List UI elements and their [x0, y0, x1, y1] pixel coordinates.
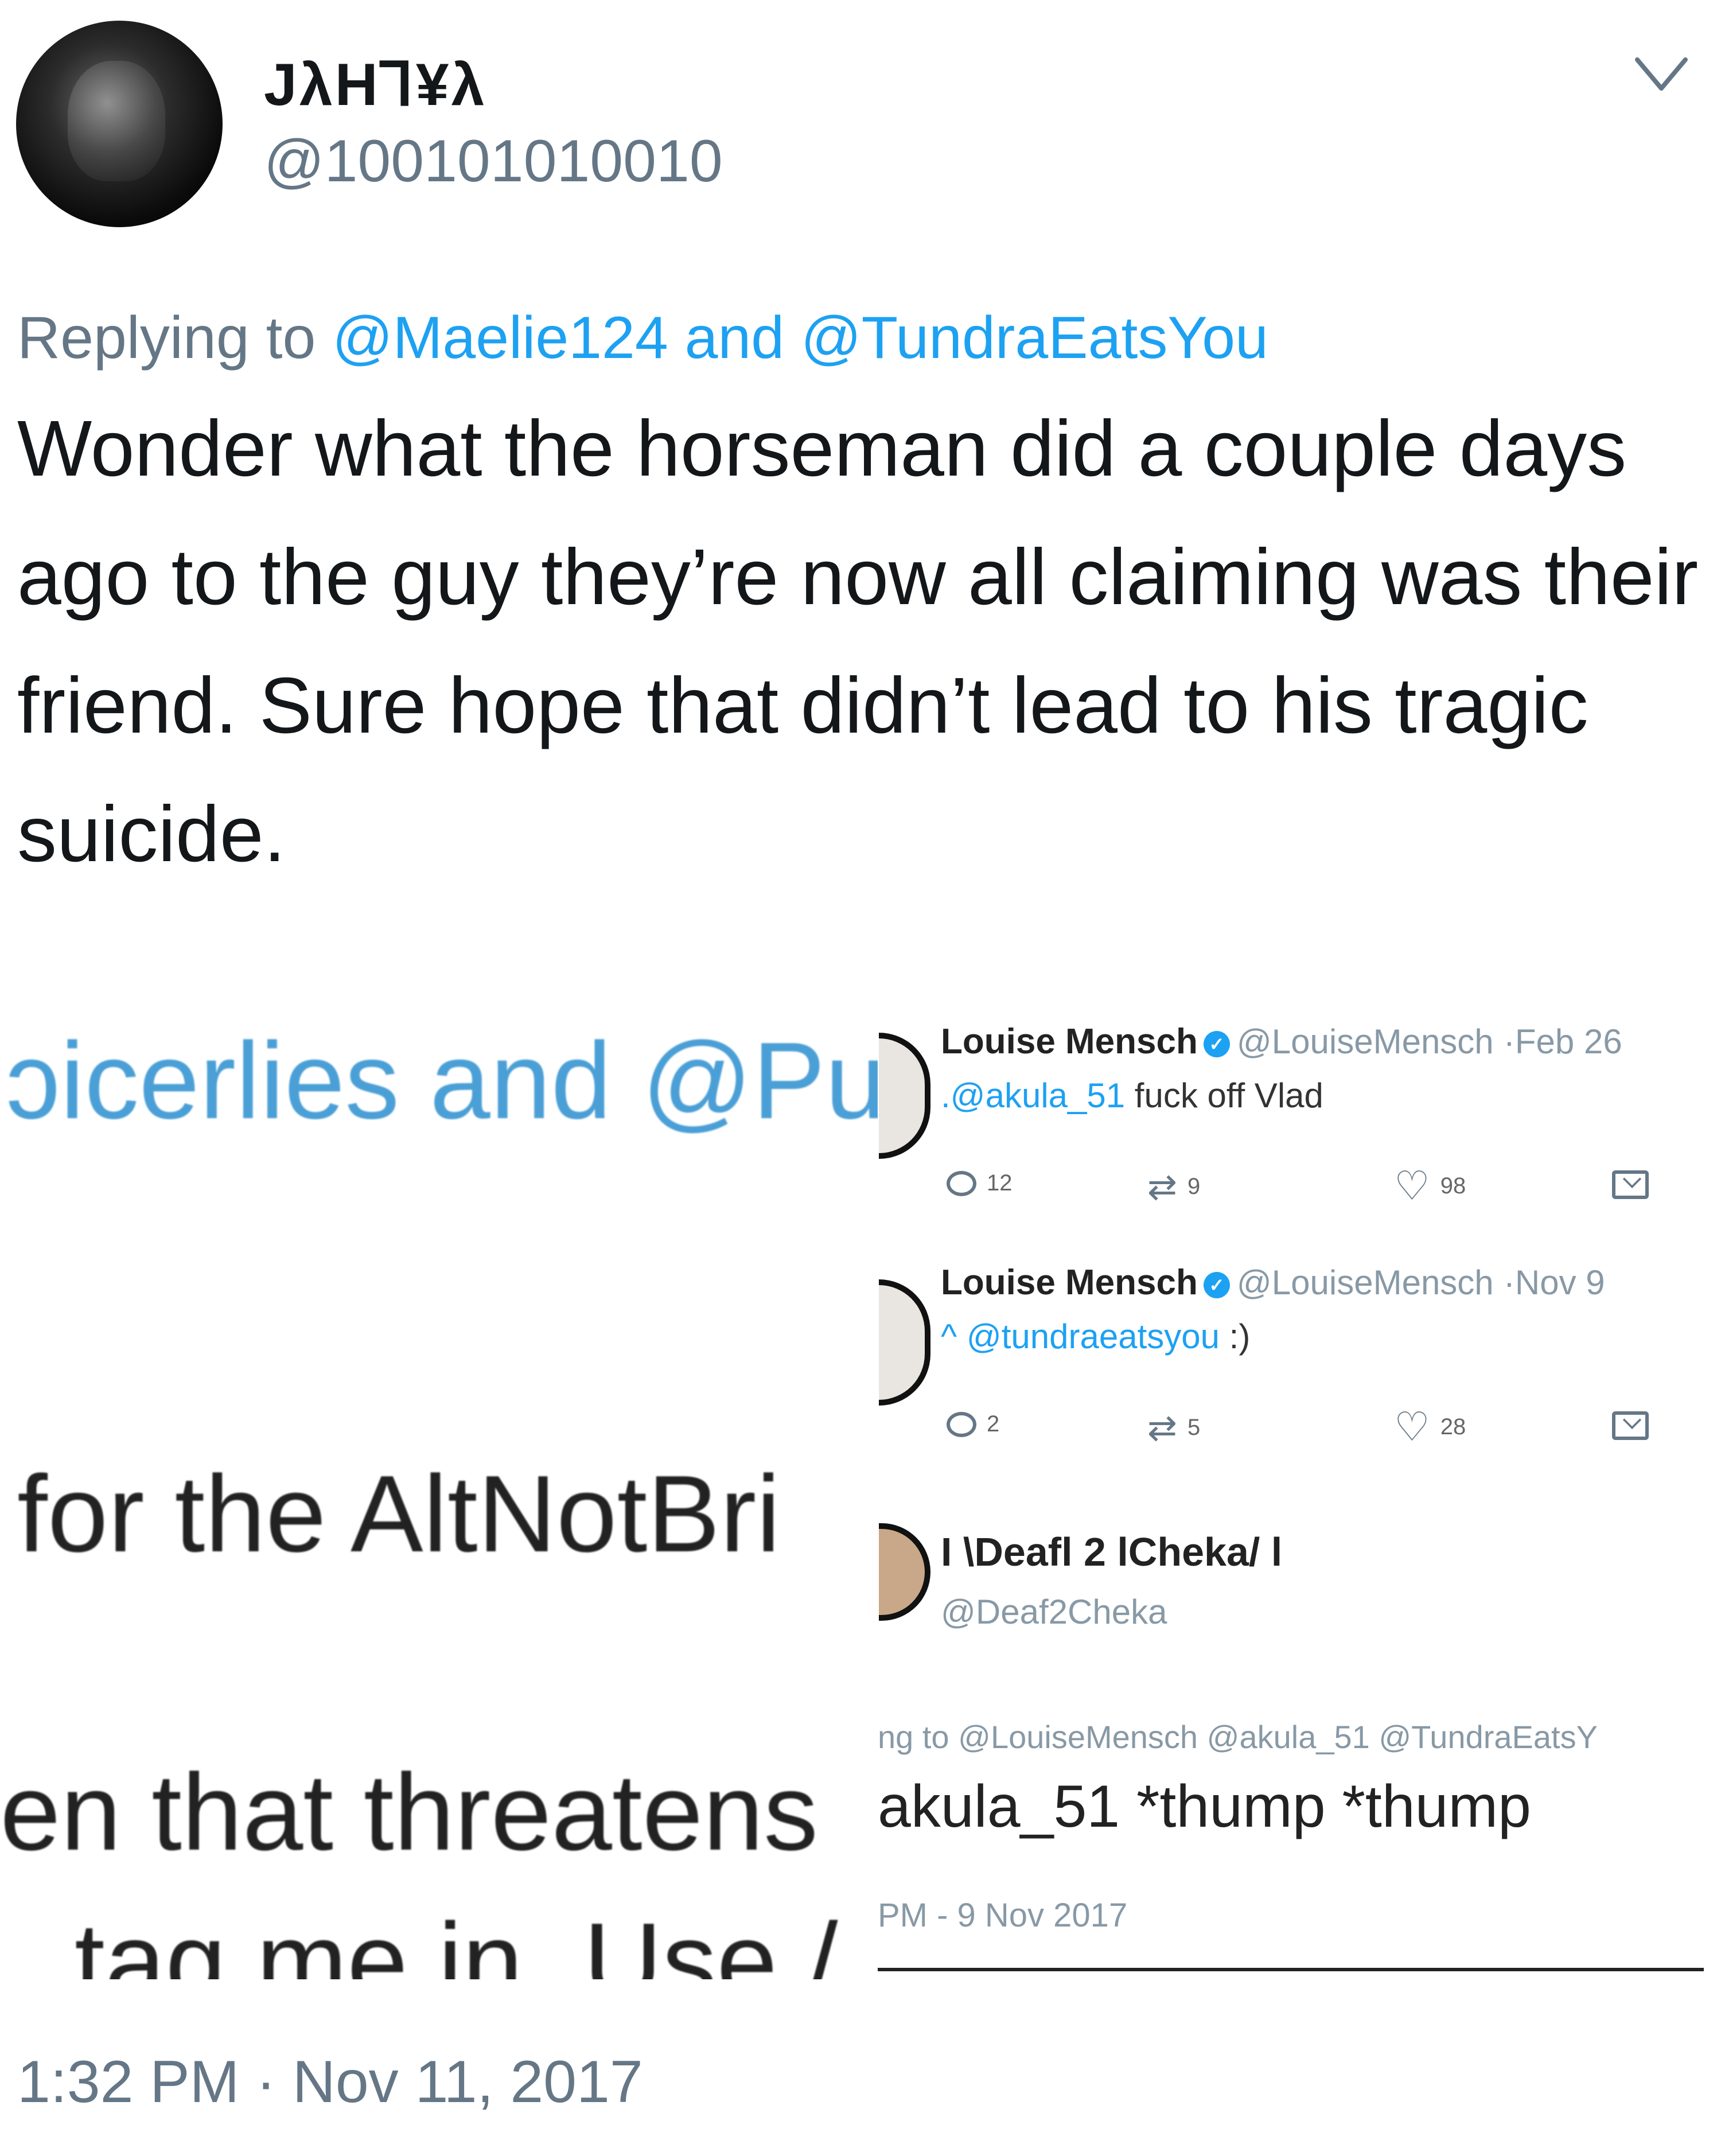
embedded-tweet-3-reply-line: ng to @LouiseMensch @akula_51 @TundraEat… — [878, 1719, 1598, 1755]
left-fragment-2: for the AltNotBri — [17, 1453, 781, 1575]
tweet-media-image[interactable]: ɔicerlies and @Pu for the AltNotBri en t… — [0, 975, 1721, 1979]
reply-icon — [947, 1170, 976, 1196]
verified-icon: ✓ — [1203, 1271, 1230, 1298]
user-handle[interactable]: @100101010010 — [264, 127, 723, 196]
chevron-down-icon[interactable] — [1633, 53, 1690, 99]
mention-link-tundra[interactable]: @TundraEatsYou — [801, 305, 1268, 371]
embedded-tweet-1-text: .@akula_51 fuck off Vlad — [941, 1076, 1323, 1115]
replying-to-line: Replying to @Maelie124 and @TundraEatsYo… — [17, 304, 1268, 372]
embedded-tweet-3-author: I \Deafl 2 lCheka/ l — [941, 1530, 1283, 1574]
tweet-text: Wonder what the horseman did a couple da… — [17, 404, 1699, 878]
embedded-tweet-2-text: ^ @tundraeatsyou :) — [941, 1317, 1251, 1356]
left-fragment-3: en that threatens — [0, 1752, 819, 1873]
mention-link-maelie[interactable]: @Maelie124 — [332, 305, 668, 371]
tweet-timestamp[interactable]: 1:32 PM · Nov 11, 2017 — [17, 2048, 643, 2116]
retweet-action: ⇄ 5 — [1147, 1407, 1200, 1449]
heart-icon: ♡ — [1394, 1163, 1430, 1208]
message-icon — [1612, 1411, 1649, 1440]
avatar[interactable] — [16, 21, 223, 227]
reply-icon — [947, 1411, 976, 1437]
embedded-tweet-3-text: akula_51 *thump *thump — [878, 1773, 1531, 1840]
left-fragment-4: tag me in. Use / — [75, 1901, 838, 1979]
dm-action — [1612, 1411, 1649, 1440]
screenshot-panel: Louise Mensch ✓ @LouiseMensch ·Feb 26 .@ak… — [878, 1010, 1704, 1979]
embedded-tweet-2-author: Louise Mensch ✓ @LouiseMensch ·Nov 9 — [941, 1263, 1605, 1302]
embedded-tweet-3-handle: @Deaf2Cheka — [941, 1593, 1167, 1631]
like-action: ♡ 28 — [1394, 1404, 1466, 1449]
heart-icon: ♡ — [1394, 1404, 1430, 1449]
verified-icon: ✓ — [1203, 1030, 1230, 1057]
reply-action: 12 — [947, 1170, 1013, 1196]
display-name[interactable]: JλH⅂¥λ — [264, 49, 486, 119]
left-fragment-1: ɔicerlies and @Pu — [6, 1020, 886, 1142]
retweet-action: ⇄ 9 — [1147, 1166, 1200, 1208]
embedded-tweet-1-author: Louise Mensch ✓ @LouiseMensch ·Feb 26 — [941, 1022, 1622, 1061]
retweet-icon: ⇄ — [1147, 1408, 1177, 1448]
message-icon — [1612, 1170, 1649, 1199]
reply-and[interactable]: and — [685, 305, 785, 371]
reply-prefix: Replying to — [17, 305, 316, 371]
divider — [878, 1968, 1704, 1971]
retweet-icon: ⇄ — [1147, 1167, 1177, 1207]
dm-action — [1612, 1170, 1649, 1199]
reply-action: 2 — [947, 1411, 999, 1437]
embedded-tweet-3-time: PM - 9 Nov 2017 — [878, 1897, 1128, 1934]
like-action: ♡ 98 — [1394, 1163, 1466, 1208]
